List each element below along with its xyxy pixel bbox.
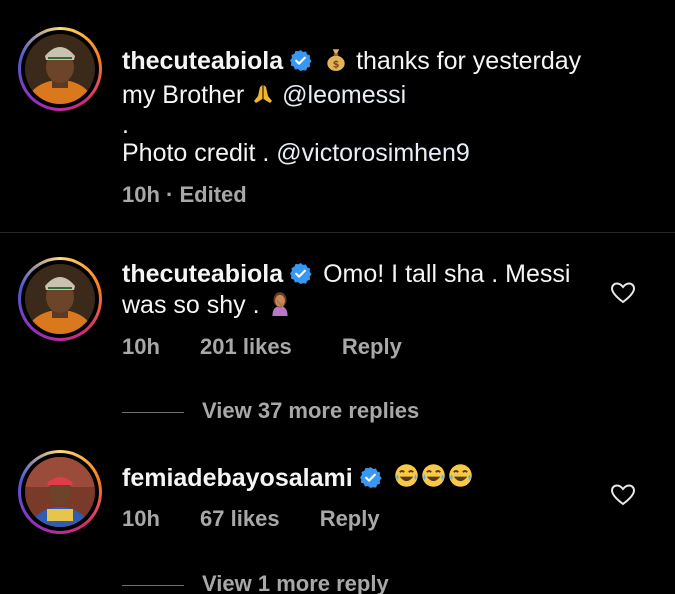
replies-line (122, 584, 184, 586)
man-portrait-icon (25, 457, 95, 527)
caption-line2-text: my Brother (122, 81, 245, 109)
comment1-view-replies-label: View 37 more replies (202, 398, 420, 423)
comment2-username[interactable]: femiadebayosalami (122, 464, 353, 492)
verified-badge-icon (289, 262, 312, 285)
comment2-meta: 10h 67 likes Reply (122, 506, 380, 532)
verified-badge-icon (359, 466, 382, 489)
comment1-avatar-story-ring[interactable] (18, 257, 102, 341)
comment2-likes[interactable]: 67 likes (200, 506, 280, 532)
caption-avatar-story-ring[interactable] (18, 27, 102, 111)
caption-dot: . (122, 111, 129, 139)
caption-text: thecuteabiola $ thanks for yesterday my … (122, 46, 642, 169)
comment1-view-replies[interactable]: View 37 more replies (122, 398, 419, 424)
tears-of-joy-emoji (420, 462, 447, 497)
woman-facepalming-emoji (267, 290, 293, 324)
caption-username[interactable]: thecuteabiola (122, 47, 283, 75)
comment1-line2: was so shy . (122, 291, 260, 319)
comment2-avatar-story-ring[interactable] (18, 450, 102, 534)
man-portrait-icon (25, 264, 95, 334)
caption-divider (0, 232, 675, 233)
post-caption: thecuteabiola $ thanks for yesterday my … (0, 0, 675, 232)
comment1-text: thecuteabiola Omo! I tall sha . Messi wa… (122, 259, 602, 324)
folded-hands-emoji (251, 82, 275, 114)
comment1-reply-button[interactable]: Reply (342, 334, 402, 360)
comment2-avatar (25, 457, 95, 527)
comment1-line1: Omo! I tall sha . Messi (323, 260, 571, 288)
mention-leomessi[interactable]: @leomessi (282, 81, 406, 109)
caption-time: 10h (122, 182, 160, 207)
comment1-meta: 10h 201 likes Reply (122, 334, 402, 360)
verified-badge-icon (289, 49, 312, 72)
caption-line1-text: thanks for yesterday (356, 47, 582, 75)
comment1-time: 10h (122, 334, 160, 359)
man-portrait-icon (25, 34, 95, 104)
comment2-view-replies-label: View 1 more reply (202, 571, 389, 594)
caption-avatar (25, 34, 95, 104)
tears-of-joy-emoji (393, 462, 420, 497)
comment2-view-replies[interactable]: View 1 more reply (122, 571, 389, 594)
comment2-reply-button[interactable]: Reply (320, 506, 380, 532)
comment2-text: femiadebayosalami (122, 462, 602, 497)
instagram-comments-screen: thecuteabiola $ thanks for yesterday my … (0, 0, 675, 594)
svg-text:$: $ (333, 60, 340, 71)
comment1-like-heart-icon[interactable] (610, 281, 636, 305)
mention-victorosimhen9[interactable]: @victorosimhen9 (276, 139, 470, 167)
comment1-avatar (25, 264, 95, 334)
replies-line (122, 411, 184, 413)
comment2-like-heart-icon[interactable] (610, 483, 636, 507)
comment1-likes[interactable]: 201 likes (200, 334, 292, 360)
comment1-username[interactable]: thecuteabiola (122, 260, 283, 288)
caption-credit-prefix: Photo credit . (122, 139, 270, 167)
comment2-time: 10h (122, 506, 160, 531)
caption-meta: 10h · Edited (122, 182, 247, 208)
money-bag-emoji: $ (323, 46, 349, 80)
meta-separator: · (166, 182, 174, 207)
tears-of-joy-emoji (447, 462, 474, 497)
caption-edited-label: Edited (179, 182, 247, 207)
